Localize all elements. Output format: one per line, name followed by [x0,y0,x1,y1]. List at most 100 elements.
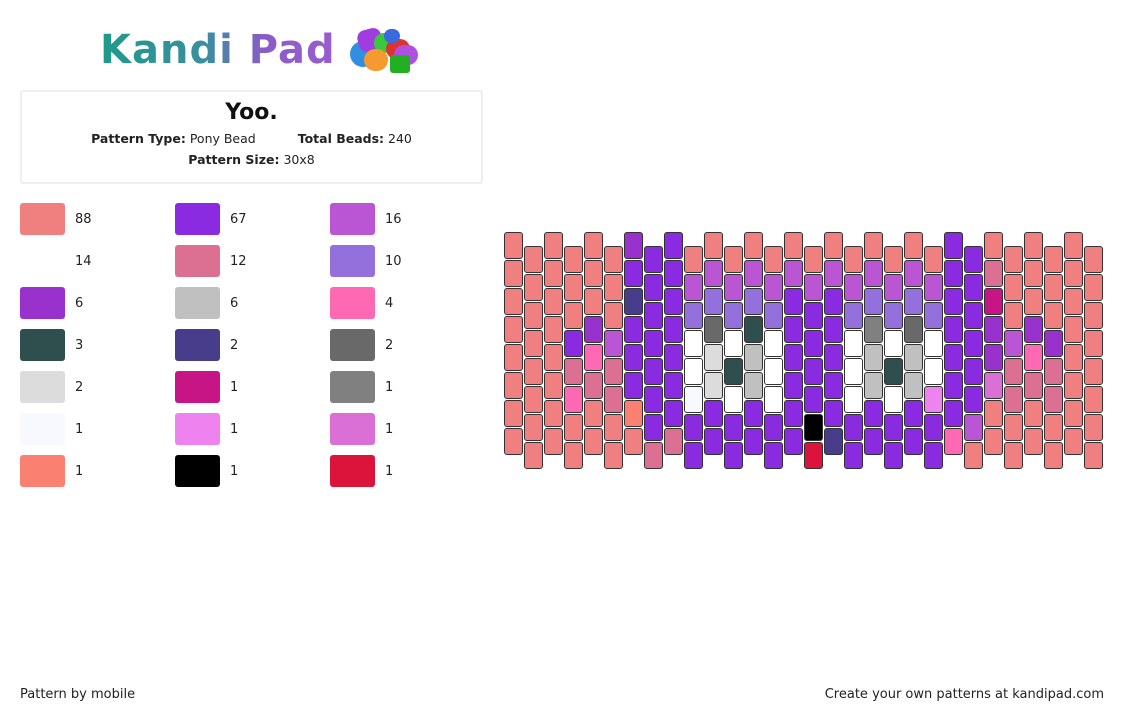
bead [1004,274,1023,301]
bead [1024,316,1043,343]
legend-item: 6 [20,287,83,319]
bead [524,302,543,329]
bead [564,246,583,273]
bead [504,400,523,427]
bead [1084,274,1103,301]
bead [504,344,523,371]
bead [784,316,803,343]
bead [1004,442,1023,469]
bead [784,428,803,455]
logo-text: Kandi Pad [100,27,336,73]
bead [1044,414,1063,441]
bead [644,442,663,469]
bead [704,372,723,399]
bead-count: 12 [230,253,247,269]
bead [964,442,983,469]
bead [524,330,543,357]
bead [664,288,683,315]
pattern-info-card: Yoo. Pattern Type: Pony Bead Total Beads… [20,90,483,184]
legend-item: 67 [175,203,247,235]
bead [544,344,563,371]
bead [744,428,763,455]
bead [804,442,823,469]
color-swatch [175,245,220,277]
bead-count: 1 [75,421,84,437]
bead [1084,302,1103,329]
bead [824,400,843,427]
bead [604,414,623,441]
bead [844,330,863,357]
legend-item: 6 [175,287,238,319]
bead [964,302,983,329]
bead [684,414,703,441]
bead [524,274,543,301]
bead [684,302,703,329]
color-swatch [20,455,65,487]
bead [824,428,843,455]
legend-item: 2 [175,329,238,361]
bead-count: 1 [385,421,394,437]
bead [684,246,703,273]
bead [824,232,843,259]
bead [624,232,643,259]
bead [764,386,783,413]
bead [584,260,603,287]
bead [724,358,743,385]
bead [604,302,623,329]
bead [804,246,823,273]
bead [564,358,583,385]
legend-item: 1 [20,455,83,487]
bead [864,344,883,371]
legend-item: 1 [330,455,393,487]
bead [664,232,683,259]
color-swatch [20,329,65,361]
bead-count: 1 [230,463,239,479]
bead [724,274,743,301]
bead [664,344,683,371]
bead [884,302,903,329]
bead [664,260,683,287]
bead [984,372,1003,399]
bead [864,260,883,287]
bead-count: 2 [230,337,239,353]
bead [704,260,723,287]
bead [964,246,983,273]
bead [884,274,903,301]
bead [924,442,943,469]
bead [524,358,543,385]
bead [844,386,863,413]
pattern-meta-row-2: Pattern Size: 30x8 [22,152,481,167]
bead [1084,358,1103,385]
bead [764,414,783,441]
bead [944,260,963,287]
bead [504,316,523,343]
bead [644,386,663,413]
bead [764,330,783,357]
bead-count: 6 [230,295,239,311]
pattern-type-label: Pattern Type: [91,131,186,146]
bead [584,428,603,455]
kandi-pad-logo[interactable]: Kandi Pad [100,24,424,76]
color-swatch [175,203,220,235]
bead [664,400,683,427]
bead [1064,288,1083,315]
bead [844,414,863,441]
bead [944,232,963,259]
bead [524,386,543,413]
bead-count: 14 [75,253,92,269]
pattern-meta-row-1: Pattern Type: Pony Bead Total Beads: 240 [22,131,481,146]
bead [784,260,803,287]
pattern-size-value: 30x8 [283,152,315,167]
bead [924,246,943,273]
bead [624,372,643,399]
bead [1064,400,1083,427]
bead-count: 16 [385,211,402,227]
bead-count: 10 [385,253,402,269]
total-beads-value: 240 [388,131,412,146]
bead [684,442,703,469]
create-patterns-link[interactable]: Create your own patterns at kandipad.com [825,687,1104,702]
bead [924,330,943,357]
bead [704,400,723,427]
bead-pattern-grid [504,232,1104,472]
bead [564,442,583,469]
